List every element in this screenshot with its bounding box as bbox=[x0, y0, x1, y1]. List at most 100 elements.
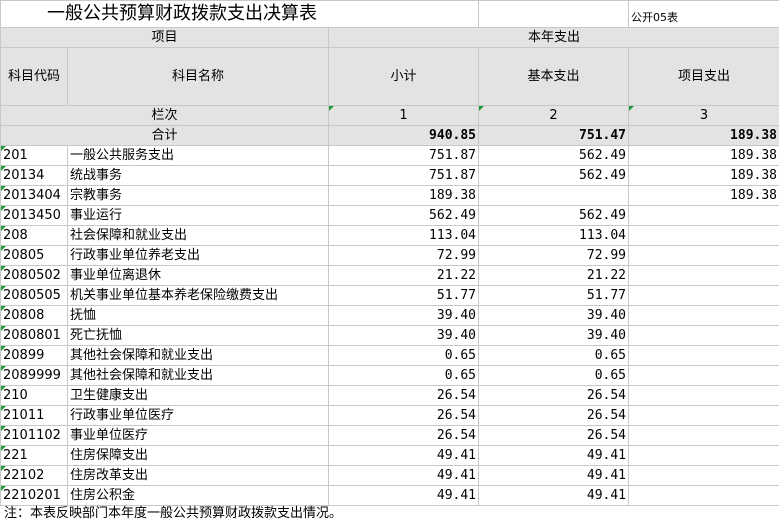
cell-code[interactable]: 221 bbox=[0, 445, 68, 466]
cell-project[interactable] bbox=[628, 245, 779, 266]
cell-code[interactable]: 20808 bbox=[0, 305, 68, 326]
cell-name[interactable]: 其他社会保障和就业支出 bbox=[67, 365, 329, 386]
table-tag[interactable]: 公开05表 bbox=[628, 0, 779, 28]
cell-name[interactable]: 住房改革支出 bbox=[67, 465, 329, 486]
cell-subtotal[interactable]: 113.04 bbox=[327, 225, 480, 246]
cell-project[interactable] bbox=[628, 405, 779, 426]
cell-project[interactable] bbox=[628, 345, 779, 366]
cell-basic[interactable]: 562.49 bbox=[478, 145, 630, 166]
cell-code[interactable]: 2089999 bbox=[0, 365, 68, 386]
cell-project[interactable] bbox=[628, 465, 779, 486]
cell-basic[interactable]: 39.40 bbox=[478, 325, 630, 346]
header-subtotal[interactable]: 小计 bbox=[327, 47, 480, 106]
cell-name[interactable]: 行政事业单位养老支出 bbox=[67, 245, 329, 266]
cell-name[interactable]: 事业单位医疗 bbox=[67, 425, 329, 446]
column-index-2[interactable]: 2 bbox=[478, 105, 630, 126]
cell-basic[interactable]: 39.40 bbox=[478, 305, 630, 326]
cell-basic[interactable]: 562.49 bbox=[478, 205, 630, 226]
cell-code[interactable]: 210 bbox=[0, 385, 68, 406]
cell-code[interactable]: 2013404 bbox=[0, 185, 68, 206]
header-name[interactable]: 科目名称 bbox=[67, 47, 329, 106]
cell-subtotal[interactable]: 751.87 bbox=[327, 165, 480, 186]
cell-basic[interactable]: 21.22 bbox=[478, 265, 630, 286]
cell-subtotal[interactable]: 39.40 bbox=[327, 305, 480, 326]
cell-project[interactable] bbox=[628, 225, 779, 246]
header-current-year[interactable]: 本年支出 bbox=[327, 27, 779, 48]
cell-subtotal[interactable]: 26.54 bbox=[327, 425, 480, 446]
cell-project[interactable]: 189.38 bbox=[628, 185, 779, 206]
cell-code[interactable]: 2080502 bbox=[0, 265, 68, 286]
cell-subtotal[interactable]: 51.77 bbox=[327, 285, 480, 306]
header-item[interactable]: 项目 bbox=[0, 27, 329, 48]
cell-project[interactable] bbox=[628, 365, 779, 386]
cell-basic[interactable]: 49.41 bbox=[478, 445, 630, 466]
cell-name[interactable]: 宗教事务 bbox=[67, 185, 329, 206]
cell-basic[interactable]: 26.54 bbox=[478, 385, 630, 406]
cell-name[interactable]: 住房保障支出 bbox=[67, 445, 329, 466]
cell-basic[interactable]: 113.04 bbox=[478, 225, 630, 246]
total-basic[interactable]: 751.47 bbox=[478, 125, 630, 146]
cell-project[interactable]: 189.38 bbox=[628, 165, 779, 186]
cell-code[interactable]: 2101102 bbox=[0, 425, 68, 446]
cell-basic[interactable]: 49.41 bbox=[478, 485, 630, 506]
cell-subtotal[interactable]: 21.22 bbox=[327, 265, 480, 286]
cell-subtotal[interactable]: 0.65 bbox=[327, 365, 480, 386]
cell-subtotal[interactable]: 751.87 bbox=[327, 145, 480, 166]
empty-cell[interactable] bbox=[478, 0, 630, 28]
cell-basic[interactable]: 51.77 bbox=[478, 285, 630, 306]
cell-project[interactable] bbox=[628, 205, 779, 226]
cell-name[interactable]: 事业单位离退休 bbox=[67, 265, 329, 286]
cell-subtotal[interactable]: 0.65 bbox=[327, 345, 480, 366]
total-project[interactable]: 189.38 bbox=[628, 125, 779, 146]
cell-basic[interactable]: 562.49 bbox=[478, 165, 630, 186]
cell-project[interactable]: 189.38 bbox=[628, 145, 779, 166]
cell-name[interactable]: 住房公积金 bbox=[67, 485, 329, 506]
cell-basic[interactable]: 0.65 bbox=[478, 345, 630, 366]
cell-project[interactable] bbox=[628, 485, 779, 506]
cell-subtotal[interactable]: 49.41 bbox=[327, 445, 480, 466]
cell-name[interactable]: 死亡抚恤 bbox=[67, 325, 329, 346]
header-project[interactable]: 项目支出 bbox=[628, 47, 779, 106]
cell-subtotal[interactable]: 72.99 bbox=[327, 245, 480, 266]
cell-name[interactable]: 行政事业单位医疗 bbox=[67, 405, 329, 426]
cell-subtotal[interactable]: 26.54 bbox=[327, 385, 480, 406]
cell-code[interactable]: 2080801 bbox=[0, 325, 68, 346]
cell-subtotal[interactable]: 49.41 bbox=[327, 485, 480, 506]
cell-subtotal[interactable]: 26.54 bbox=[327, 405, 480, 426]
header-code[interactable]: 科目代码 bbox=[0, 47, 68, 106]
cell-project[interactable] bbox=[628, 445, 779, 466]
cell-subtotal[interactable]: 562.49 bbox=[327, 205, 480, 226]
cell-name[interactable]: 抚恤 bbox=[67, 305, 329, 326]
cell-basic[interactable]: 26.54 bbox=[478, 405, 630, 426]
page-title[interactable]: 一般公共预算财政拨款支出决算表 bbox=[0, 0, 480, 28]
total-subtotal[interactable]: 940.85 bbox=[327, 125, 480, 146]
cell-name[interactable]: 一般公共服务支出 bbox=[67, 145, 329, 166]
cell-name[interactable]: 其他社会保障和就业支出 bbox=[67, 345, 329, 366]
cell-subtotal[interactable]: 39.40 bbox=[327, 325, 480, 346]
cell-code[interactable]: 208 bbox=[0, 225, 68, 246]
cell-basic[interactable] bbox=[478, 185, 630, 206]
cell-code[interactable]: 201 bbox=[0, 145, 68, 166]
cell-name[interactable]: 统战事务 bbox=[67, 165, 329, 186]
cell-basic[interactable]: 72.99 bbox=[478, 245, 630, 266]
cell-name[interactable]: 卫生健康支出 bbox=[67, 385, 329, 406]
cell-code[interactable]: 2013450 bbox=[0, 205, 68, 226]
cell-project[interactable] bbox=[628, 265, 779, 286]
cell-basic[interactable]: 0.65 bbox=[478, 365, 630, 386]
cell-code[interactable]: 21011 bbox=[0, 405, 68, 426]
cell-project[interactable] bbox=[628, 305, 779, 326]
cell-name[interactable]: 社会保障和就业支出 bbox=[67, 225, 329, 246]
cell-code[interactable]: 20134 bbox=[0, 165, 68, 186]
cell-code[interactable]: 2210201 bbox=[0, 485, 68, 506]
cell-subtotal[interactable]: 189.38 bbox=[327, 185, 480, 206]
cell-code[interactable]: 20805 bbox=[0, 245, 68, 266]
header-column-index[interactable]: 栏次 bbox=[0, 105, 329, 126]
total-label[interactable]: 合计 bbox=[0, 125, 329, 146]
cell-subtotal[interactable]: 49.41 bbox=[327, 465, 480, 486]
cell-name[interactable]: 机关事业单位基本养老保险缴费支出 bbox=[67, 285, 329, 306]
cell-code[interactable]: 2080505 bbox=[0, 285, 68, 306]
cell-name[interactable]: 事业运行 bbox=[67, 205, 329, 226]
cell-basic[interactable]: 26.54 bbox=[478, 425, 630, 446]
cell-basic[interactable]: 49.41 bbox=[478, 465, 630, 486]
header-basic[interactable]: 基本支出 bbox=[478, 47, 630, 106]
